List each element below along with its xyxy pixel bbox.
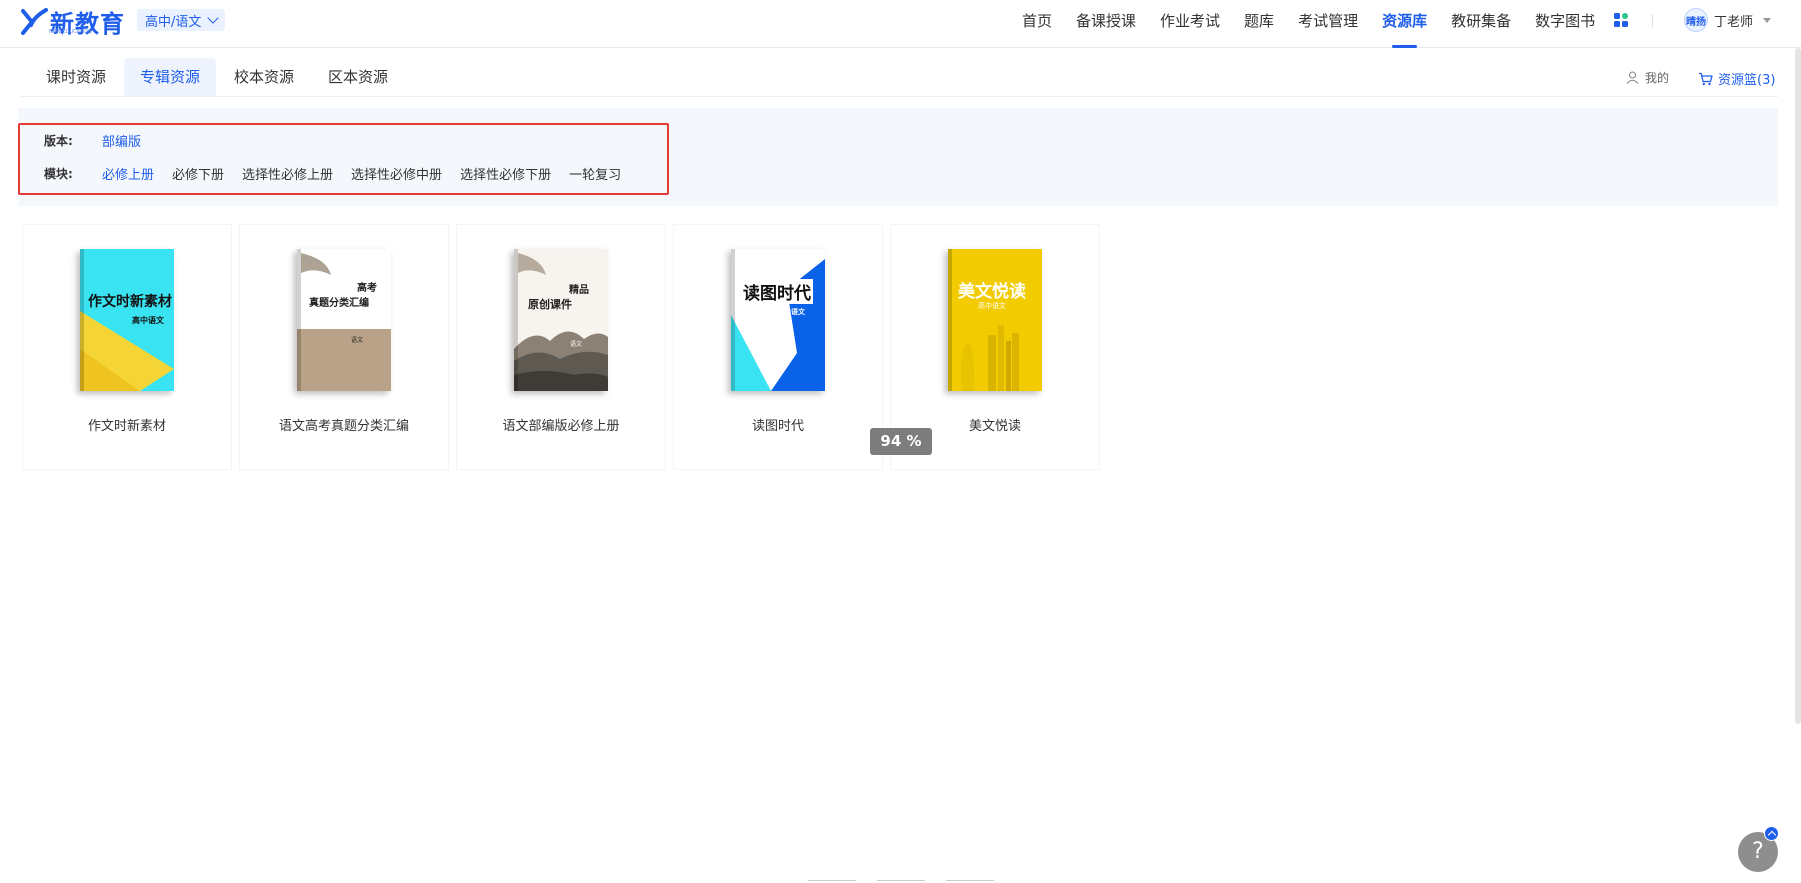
top-header: 新教育 NEW EDUCATION 高中/语文 首页 备课授课 作业考试 题库 … <box>0 0 1801 48</box>
basket-label: 资源篮(3) <box>1718 73 1776 88</box>
album-cover: 读图时代 高中语文 <box>731 249 825 391</box>
module-option-elective-3[interactable]: 选择性必修下册 <box>460 164 551 183</box>
album-title: 读图时代 <box>751 419 804 434</box>
module-option-elective-2[interactable]: 选择性必修中册 <box>351 164 442 183</box>
nav-item-resource-library[interactable]: 资源库 <box>1382 0 1427 48</box>
logo-subtext: NEW EDUCATION <box>49 29 92 35</box>
edition-label: 版本: <box>44 134 73 148</box>
zoom-badge: 94 % <box>870 428 932 455</box>
album-cover: 作文时新素材 高中语文 <box>80 249 174 391</box>
nav-item-home[interactable]: 首页 <box>1022 0 1052 48</box>
album-title: 作文时新素材 <box>87 419 166 434</box>
arrow-up-icon[interactable] <box>1764 826 1779 841</box>
album-cover: 精品 原创课件 语文 <box>514 249 608 391</box>
filter-row-edition: 版本: 部编版 <box>44 131 159 150</box>
main-nav: 首页 备课授课 作业考试 题库 考试管理 资源库 教研集备 数字图书 <box>1022 0 1619 48</box>
album-card[interactable]: 作文时新素材 高中语文 作文时新素材 <box>22 224 232 470</box>
grade-subject-label: 高中/语文 <box>145 14 202 30</box>
grade-subject-select[interactable]: 高中/语文 <box>137 9 226 31</box>
nav-item-digital-books[interactable]: 数字图书 <box>1535 0 1595 48</box>
module-option-required-1[interactable]: 必修上册 <box>102 164 154 183</box>
apps-grid-icon[interactable] <box>1614 13 1630 29</box>
album-cover: 高考 真题分类汇编 语文 <box>297 249 391 391</box>
nav-item-lesson-prep[interactable]: 备课授课 <box>1076 0 1136 48</box>
mine-label: 我的 <box>1645 71 1670 85</box>
module-option-review[interactable]: 一轮复习 <box>569 164 621 183</box>
album-title: 语文高考真题分类汇编 <box>278 419 409 434</box>
mine-link[interactable]: 我的 <box>1626 69 1669 86</box>
album-cover: 美文悦读 高中语文 <box>948 249 1042 391</box>
caret-down-icon <box>1763 17 1772 23</box>
tabs-divider <box>20 96 1778 97</box>
tab-lesson-resources[interactable]: 课时资源 <box>30 58 122 96</box>
nav-item-homework-exam[interactable]: 作业考试 <box>1160 0 1220 48</box>
cart-icon <box>1699 72 1713 85</box>
edition-option-bubian[interactable]: 部编版 <box>102 131 141 150</box>
chevron-down-icon <box>207 12 220 24</box>
avatar: 晴扬 <box>1684 8 1708 32</box>
album-card[interactable]: 读图时代 高中语文 读图时代 <box>673 224 883 470</box>
user-menu[interactable]: 晴扬 丁老师 <box>1684 8 1772 32</box>
module-option-required-2[interactable]: 必修下册 <box>172 164 224 183</box>
user-name: 丁老师 <box>1714 14 1754 30</box>
nav-item-question-bank[interactable]: 题库 <box>1244 0 1274 48</box>
tab-album-resources[interactable]: 专辑资源 <box>124 58 217 96</box>
album-card[interactable]: 精品 原创课件 语文 语文部编版必修上册 <box>456 224 666 470</box>
nav-item-teaching-research[interactable]: 教研集备 <box>1451 0 1511 48</box>
page-scrollbar[interactable] <box>1795 48 1801 724</box>
module-option-elective-1[interactable]: 选择性必修上册 <box>242 164 333 183</box>
album-list: 作文时新素材 高中语文 作文时新素材 高考 真题分类汇编 语文 语文高考真题分类… <box>22 224 1107 470</box>
filter-row-module: 模块: 必修上册 必修下册 选择性必修上册 选择性必修中册 选择性必修下册 一轮… <box>44 164 639 183</box>
user-icon <box>1626 71 1639 84</box>
module-label: 模块: <box>44 167 73 181</box>
nav-item-exam-management[interactable]: 考试管理 <box>1298 0 1358 48</box>
resource-basket-link[interactable]: 资源篮(3) <box>1698 69 1775 88</box>
tab-district-resources[interactable]: 区本资源 <box>312 58 404 96</box>
album-title: 语文部编版必修上册 <box>502 419 620 434</box>
logo-icon <box>21 8 48 35</box>
resource-tabs: 课时资源 专辑资源 校本资源 区本资源 <box>30 58 406 96</box>
header-divider <box>1652 14 1653 28</box>
album-card[interactable]: 高考 真题分类汇编 语文 语文高考真题分类汇编 <box>239 224 449 470</box>
tab-school-resources[interactable]: 校本资源 <box>218 58 310 96</box>
